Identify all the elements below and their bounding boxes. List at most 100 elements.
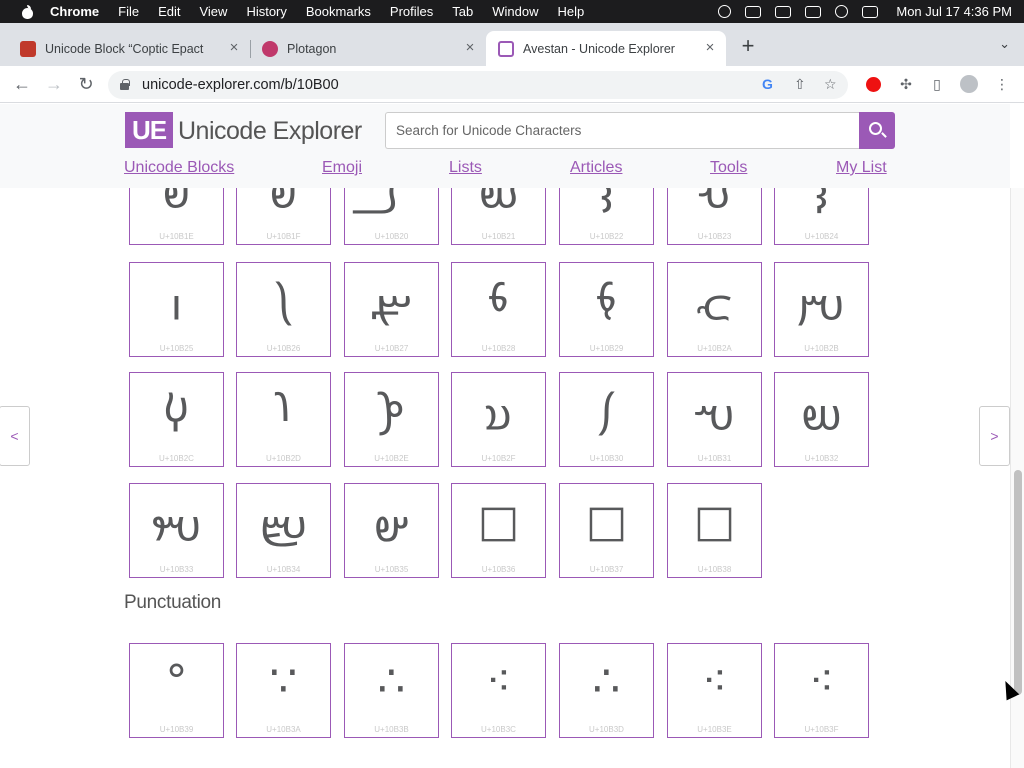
back-arrow-icon[interactable]: ← (12, 74, 32, 94)
tab-avestan[interactable]: Avestan - Unicode Explorer × (486, 31, 726, 66)
tab-unicode-block[interactable]: Unicode Block “Coptic Epact N × (8, 31, 250, 66)
control-center-icon[interactable] (862, 5, 879, 18)
menu-profiles[interactable]: Profiles (390, 4, 433, 19)
chevron-down-icon[interactable]: ⌄ (999, 36, 1010, 52)
character-cell[interactable]: 𐬯 U+10B2F (451, 372, 546, 467)
menu-window[interactable]: Window (492, 4, 538, 19)
nav-my-list[interactable]: My List (836, 159, 887, 177)
character-cell[interactable]: ° U+10B39 (129, 643, 224, 738)
close-icon[interactable]: × (704, 40, 716, 55)
character-glyph: 𐬨 (488, 275, 509, 326)
code-point-label: U+10B29 (589, 344, 624, 353)
character-cell[interactable]: 𐬪 U+10B2A (667, 262, 762, 357)
character-cell[interactable]: 𐬨 U+10B28 (451, 262, 546, 357)
puzzle-icon[interactable]: ✣ (897, 75, 915, 93)
unicode-block-favicon (20, 40, 36, 57)
menu-history[interactable]: History (246, 4, 286, 19)
tab-plotagon[interactable]: Plotagon × (250, 31, 486, 66)
new-tab-icon[interactable]: + (738, 35, 758, 57)
code-point-label: U+10B1E (159, 232, 194, 241)
site-logo[interactable]: UE (125, 112, 173, 148)
character-cell[interactable]: 𐬵 U+10B35 (344, 483, 439, 578)
nav-unicode-blocks[interactable]: Unicode Blocks (124, 159, 234, 177)
forward-arrow-icon[interactable]: → (44, 74, 64, 94)
character-glyph: 𐬳 (151, 496, 202, 547)
reload-icon[interactable]: ↻ (76, 74, 96, 94)
url-text[interactable]: unicode-explorer.com/b/10B00 (142, 77, 339, 93)
kebab-menu-icon[interactable]: ⋮ (993, 75, 1011, 93)
character-cell[interactable]: ⁖ U+10B3C (451, 643, 546, 738)
close-icon[interactable]: × (228, 40, 240, 55)
search-input[interactable] (385, 112, 859, 149)
status-app-icon[interactable] (718, 5, 732, 18)
apple-icon[interactable] (20, 4, 34, 19)
character-glyph: 𐬦 (277, 275, 290, 326)
character-cell[interactable]: 𐬬 U+10B2C (129, 372, 224, 467)
character-cell[interactable]: 𐬩 U+10B29 (559, 262, 654, 357)
close-icon[interactable]: × (464, 40, 476, 55)
google-icon[interactable]: G (762, 76, 773, 92)
menu-app-name[interactable]: Chrome (50, 4, 99, 19)
menu-view[interactable]: View (199, 4, 227, 19)
character-cell[interactable]: 𐬮 U+10B2E (344, 372, 439, 467)
menu-file[interactable]: File (118, 4, 139, 19)
side-panel-icon[interactable]: ▯ (928, 75, 946, 93)
extension-opera-icon[interactable] (866, 77, 881, 92)
address-bar[interactable]: unicode-explorer.com/b/10B00 G ⇧ ☆ (108, 71, 848, 99)
character-cell[interactable]: 𐬧 U+10B27 (344, 262, 439, 357)
code-point-label: U+10B3E (697, 725, 732, 734)
character-cell[interactable]: ∴ U+10B3B (344, 643, 439, 738)
menu-help[interactable]: Help (558, 4, 585, 19)
character-cell[interactable]: 𐬱 U+10B31 (667, 372, 762, 467)
site-header: UE Unicode Explorer Unicode Blocks Emoji… (0, 104, 1010, 188)
search-button[interactable] (859, 112, 895, 149)
browser-toolbar: ← → ↻ unicode-explorer.com/b/10B00 G ⇧ ☆… (0, 66, 1024, 103)
character-cell[interactable]: 𐬫 U+10B2B (774, 262, 869, 357)
character-cell[interactable]: 𐬦 U+10B26 (236, 262, 331, 357)
bag-icon[interactable] (745, 5, 762, 18)
character-glyph: ∴ (377, 656, 406, 707)
character-cell[interactable]: □ U+10B37 (559, 483, 654, 578)
screen-capture-icon[interactable] (775, 5, 792, 18)
character-glyph: 𐬴 (259, 496, 308, 547)
next-block-button[interactable]: > (979, 406, 1010, 466)
search-icon[interactable] (835, 5, 849, 18)
share-icon[interactable]: ⇧ (794, 76, 806, 93)
menu-bookmarks[interactable]: Bookmarks (306, 4, 371, 19)
star-icon[interactable]: ☆ (824, 76, 837, 93)
character-cell[interactable]: □ U+10B36 (451, 483, 546, 578)
character-cell[interactable]: ⁖ U+10B3F (774, 643, 869, 738)
nav-lists[interactable]: Lists (449, 159, 482, 177)
nav-tools[interactable]: Tools (710, 159, 747, 177)
nav-articles[interactable]: Articles (570, 159, 622, 177)
tab-title: Avestan - Unicode Explorer (523, 41, 675, 56)
lock-icon[interactable] (120, 79, 130, 90)
character-cell[interactable]: 𐬥 U+10B25 (129, 262, 224, 357)
menu-tab[interactable]: Tab (452, 4, 473, 19)
character-cell[interactable]: 𐬲 U+10B32 (774, 372, 869, 467)
code-point-label: U+10B35 (374, 565, 409, 574)
character-cell[interactable]: 𐬭 U+10B2D (236, 372, 331, 467)
character-cell[interactable]: □ U+10B38 (667, 483, 762, 578)
code-point-label: U+10B2E (374, 454, 409, 463)
plotagon-favicon (262, 40, 278, 57)
scrollbar-thumb[interactable] (1014, 470, 1022, 695)
macos-menu-bar: Chrome File Edit View History Bookmarks … (0, 0, 1024, 23)
menu-clock[interactable]: Mon Jul 17 4:36 PM (896, 4, 1012, 19)
profile-avatar-icon[interactable] (960, 75, 978, 93)
character-cell[interactable]: 𐬰 U+10B30 (559, 372, 654, 467)
code-point-label: U+10B37 (589, 565, 624, 574)
character-glyph: ⁖ (701, 656, 728, 707)
prev-block-button[interactable]: < (0, 406, 30, 466)
character-cell[interactable]: ∵ U+10B3A (236, 643, 331, 738)
character-cell[interactable]: 𐬴 U+10B34 (236, 483, 331, 578)
character-cell[interactable]: ⁖ U+10B3E (667, 643, 762, 738)
menu-edit[interactable]: Edit (158, 4, 180, 19)
character-cell[interactable]: 𐬳 U+10B33 (129, 483, 224, 578)
character-glyph: 𐬪 (696, 275, 733, 326)
site-logo-text[interactable]: Unicode Explorer (178, 117, 362, 146)
nav-emoji[interactable]: Emoji (322, 159, 362, 177)
code-point-label: U+10B36 (481, 565, 516, 574)
window-icon[interactable] (805, 5, 822, 18)
character-cell[interactable]: ∴ U+10B3D (559, 643, 654, 738)
